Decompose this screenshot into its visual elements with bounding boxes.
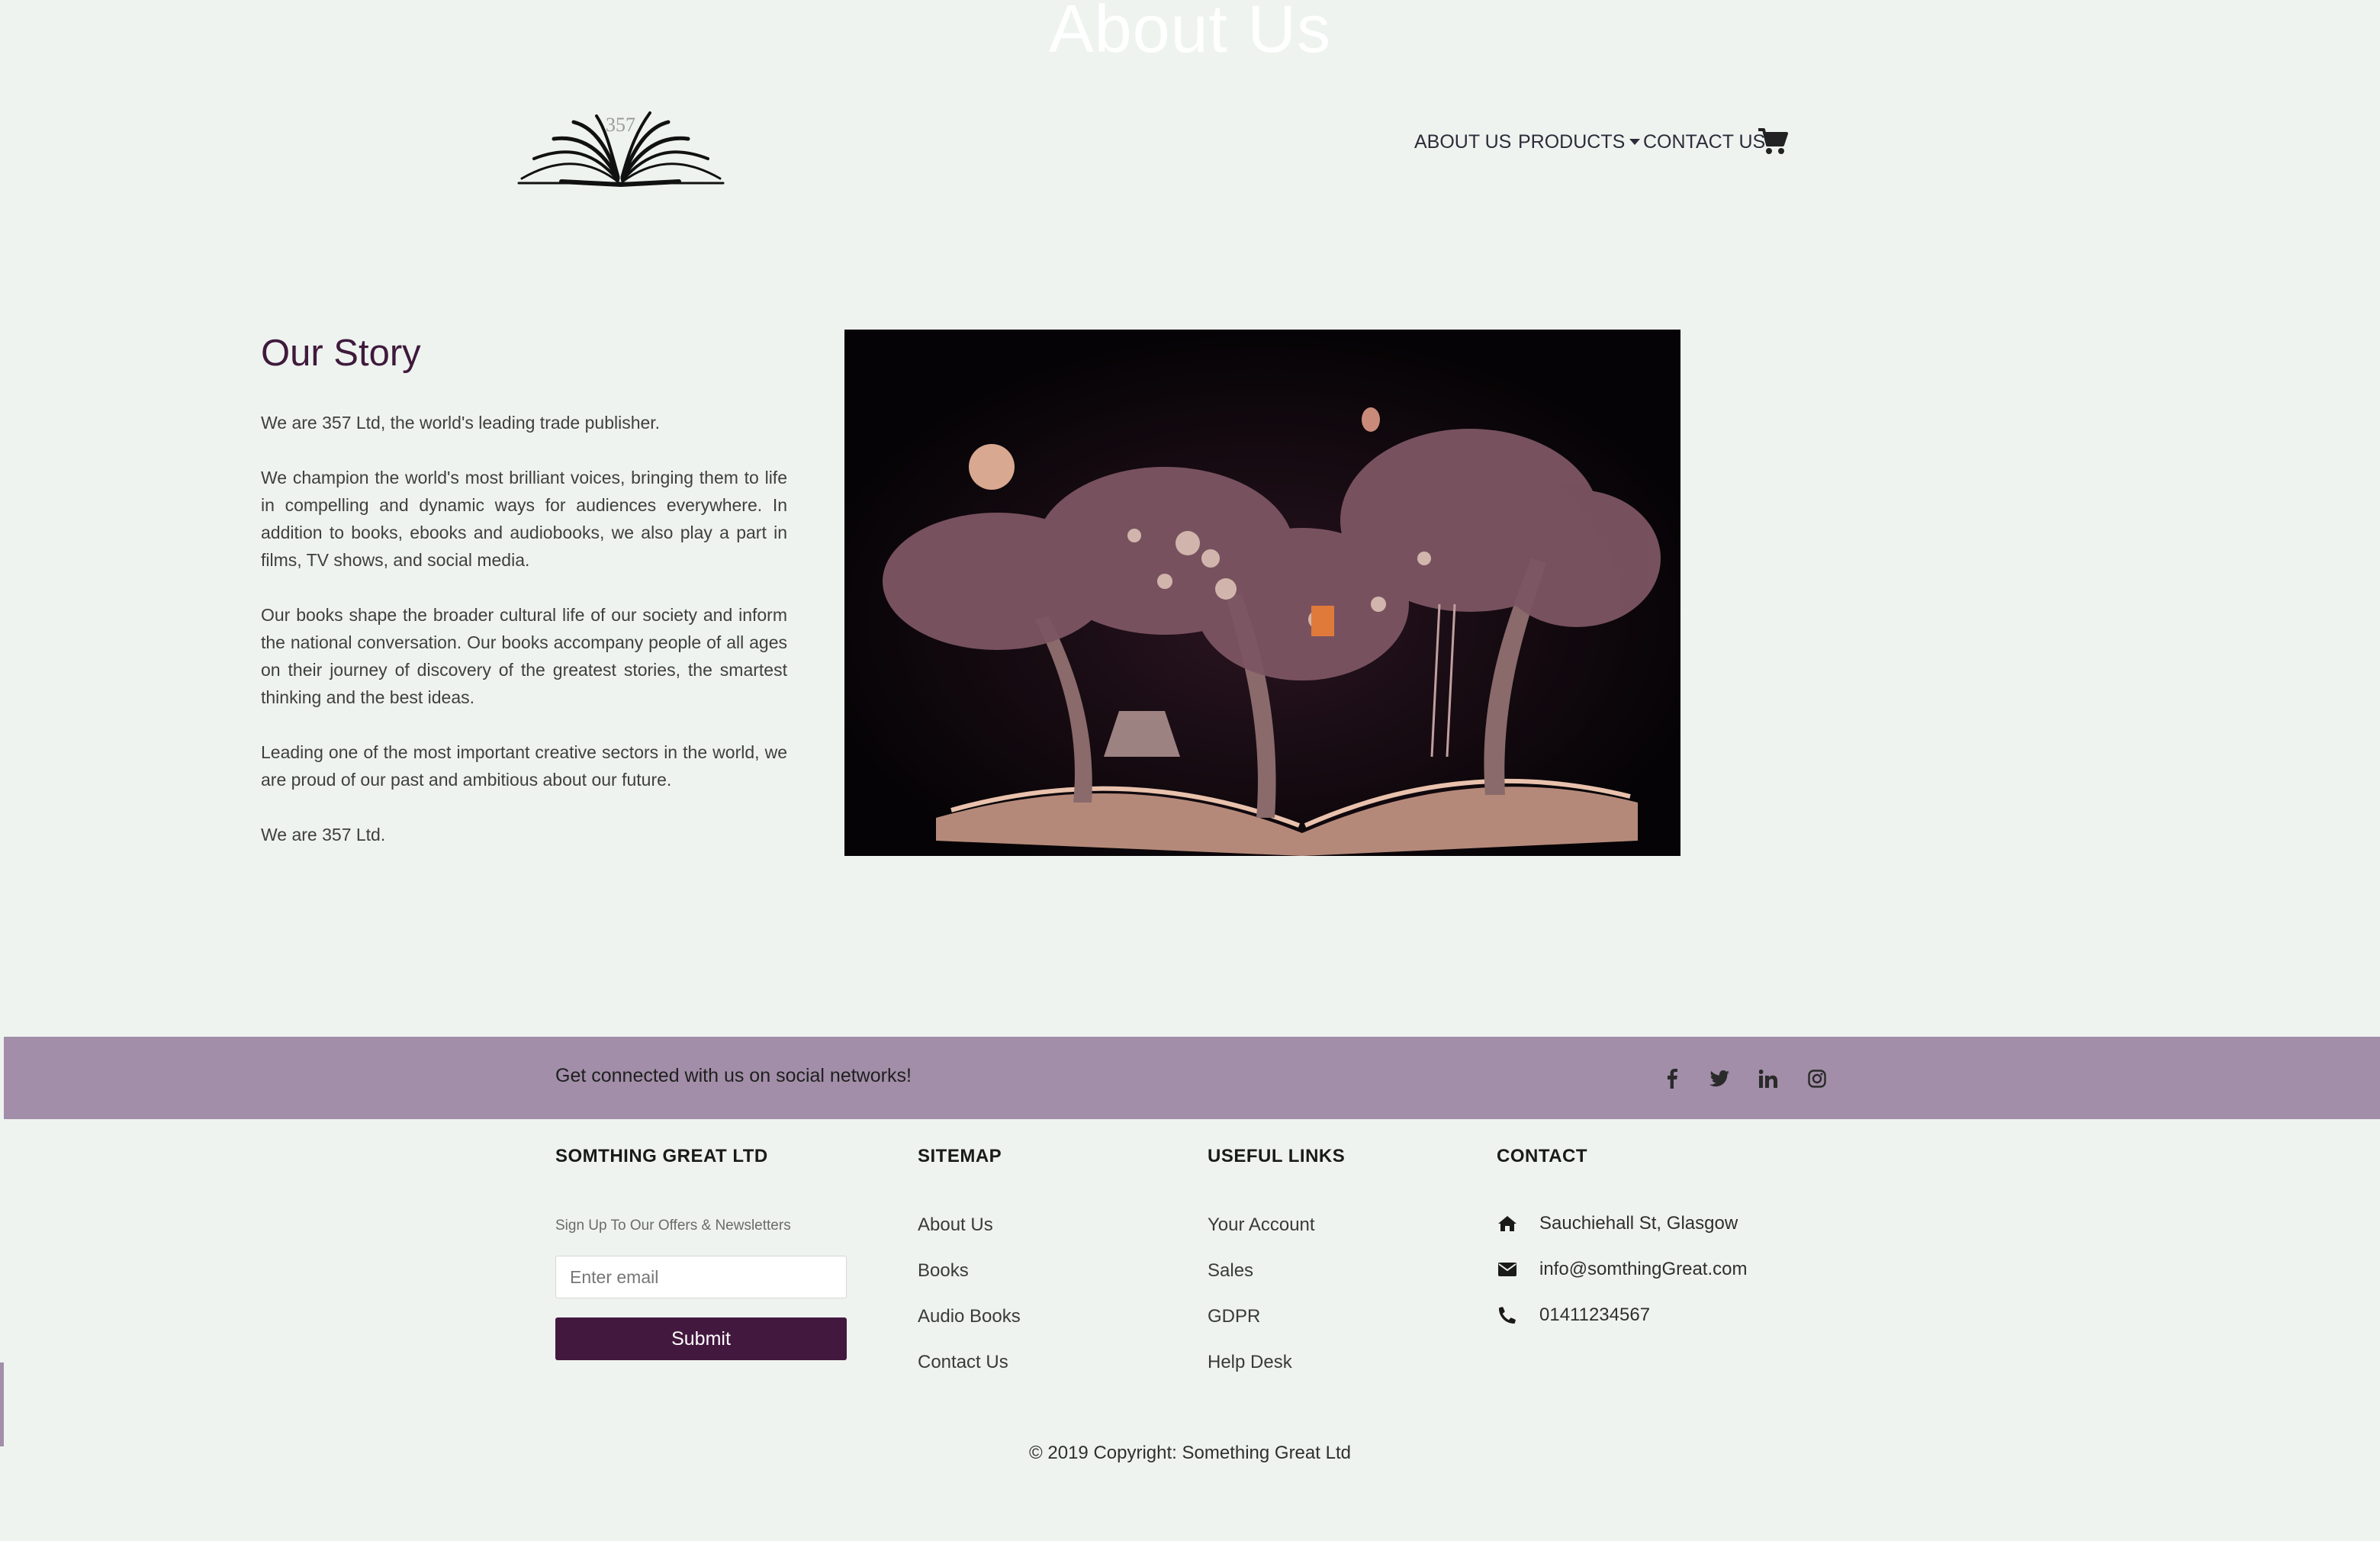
story-paragraph: We are 357 Ltd.	[261, 825, 386, 844]
social-band-text: Get connected with us on social networks…	[555, 1065, 912, 1086]
footer-sitemap-title: SITEMAP	[918, 1146, 1002, 1166]
footer-contact-title: CONTACT	[1497, 1146, 1588, 1166]
contact-email-text[interactable]: info@somthingGreat.com	[1539, 1259, 1747, 1280]
story-paragraph: We champion the world's most brilliant v…	[261, 468, 787, 570]
book-trees-image	[844, 330, 1680, 856]
shopping-cart-icon[interactable]	[1758, 127, 1788, 156]
open-book-logo-icon: 357	[517, 111, 725, 188]
useful-link-sales[interactable]: Sales	[1208, 1260, 1253, 1282]
copyright: © 2019 Copyright: Something Great Ltd	[1029, 1443, 1351, 1463]
nav-products[interactable]: PRODUCTS	[1518, 131, 1625, 153]
story-paragraph: Our books shape the broader cultural lif…	[261, 605, 787, 707]
social-band	[4, 1037, 2380, 1119]
newsletter-label: Sign Up To Our Offers & Newsletters	[555, 1218, 791, 1234]
left-edge-strip	[0, 1362, 4, 1446]
facebook-icon[interactable]	[1657, 1063, 1687, 1094]
newsletter-submit-button[interactable]: Submit	[555, 1317, 847, 1360]
newsletter-email-input[interactable]	[555, 1256, 847, 1298]
contact-address-text: Sauchiehall St, Glasgow	[1539, 1213, 1738, 1234]
home-icon	[1497, 1213, 1518, 1234]
nav-contact-wrap: CONTACT US	[1643, 125, 1765, 159]
nav-products-dropdown[interactable]: PRODUCTS	[1518, 125, 1641, 159]
contact-phone-text[interactable]: 01411234567	[1539, 1305, 1650, 1326]
story-heading: Our Story	[261, 333, 421, 374]
main-nav: ABOUT US	[1414, 125, 1511, 159]
useful-link-your-account[interactable]: Your Account	[1208, 1214, 1315, 1236]
page-title: About Us	[1049, 0, 1331, 66]
contact-address: Sauchiehall St, Glasgow	[1497, 1213, 1738, 1234]
phone-icon	[1497, 1305, 1518, 1326]
sitemap-link-about-us[interactable]: About Us	[918, 1214, 993, 1236]
story-paragraph: Leading one of the most important creati…	[261, 742, 787, 790]
useful-link-gdpr[interactable]: GDPR	[1208, 1306, 1260, 1327]
sitemap-link-audio-books[interactable]: Audio Books	[918, 1306, 1021, 1327]
instagram-icon[interactable]	[1802, 1063, 1832, 1094]
sitemap-link-books[interactable]: Books	[918, 1260, 969, 1282]
linkedin-icon[interactable]	[1753, 1063, 1783, 1094]
nav-about-us[interactable]: ABOUT US	[1414, 131, 1511, 153]
contact-phone: 01411234567	[1497, 1305, 1650, 1326]
contact-email: info@somthingGreat.com	[1497, 1259, 1747, 1280]
sitemap-link-contact-us[interactable]: Contact Us	[918, 1352, 1008, 1373]
useful-link-help-desk[interactable]: Help Desk	[1208, 1352, 1292, 1373]
story-paragraph: We are 357 Ltd, the world's leading trad…	[261, 413, 661, 433]
envelope-icon	[1497, 1259, 1518, 1280]
story-text: We are 357 Ltd, the world's leading trad…	[261, 409, 787, 876]
caret-down-icon	[1629, 139, 1641, 145]
footer-useful-links-title: USEFUL LINKS	[1208, 1146, 1346, 1166]
svg-text:357: 357	[606, 114, 635, 136]
footer-company-title: SOMTHING GREAT LTD	[555, 1146, 768, 1166]
twitter-icon[interactable]	[1704, 1063, 1735, 1094]
logo[interactable]: 357	[516, 108, 726, 189]
nav-contact-us[interactable]: CONTACT US	[1643, 131, 1765, 153]
